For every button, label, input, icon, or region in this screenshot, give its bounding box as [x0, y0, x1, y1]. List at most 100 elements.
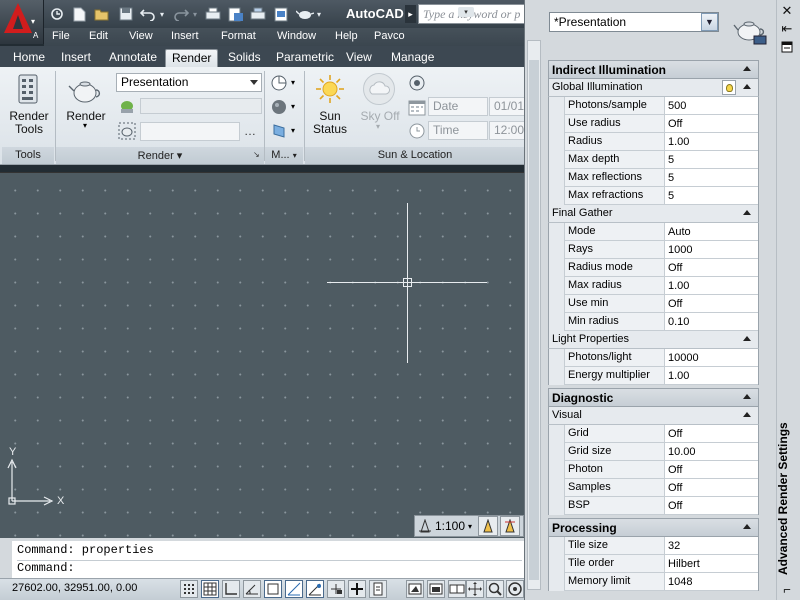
tab-view[interactable]: View — [340, 49, 378, 67]
palette-scrollbar-thumb[interactable] — [529, 60, 539, 580]
auto-hide-icon[interactable]: ⇤ — [779, 21, 795, 36]
render-teapot-large-icon[interactable] — [68, 78, 102, 104]
redo-icon[interactable] — [172, 5, 190, 23]
coordinate-display[interactable]: 27602.00, 32951.00, 0.00 — [12, 582, 137, 594]
clock-icon[interactable] — [408, 122, 426, 140]
application-menu-button[interactable]: ▾ A — [0, 0, 44, 44]
property-value[interactable]: 1.00 — [665, 367, 758, 385]
material-mapping-icon[interactable] — [270, 122, 288, 140]
property-value[interactable]: 500 — [665, 97, 758, 115]
time-field[interactable]: 12:00 — [489, 121, 525, 140]
dialog-launcher-icon[interactable]: ↘ — [253, 150, 260, 159]
property-value[interactable]: Off — [665, 295, 758, 313]
menu-file[interactable]: File — [52, 30, 70, 42]
properties-menu-icon[interactable] — [779, 40, 795, 54]
collapse-icon[interactable] — [743, 394, 751, 399]
material-sphere-icon[interactable] — [270, 98, 288, 116]
group-header[interactable]: Visual — [548, 407, 759, 425]
more-options-icon[interactable]: … — [244, 124, 256, 138]
render-region-icon[interactable] — [118, 122, 136, 140]
render-panel-title[interactable]: Render ▾ — [56, 147, 264, 164]
annotation-visibility-icon[interactable] — [478, 516, 498, 536]
property-value[interactable]: 0.10 — [665, 313, 758, 331]
redo-dropdown-icon[interactable]: ▾ — [190, 5, 200, 23]
date-field[interactable]: 01/01 — [489, 97, 525, 116]
menu-window[interactable]: Window — [277, 30, 316, 42]
quick-view-drawings-icon[interactable] — [448, 580, 466, 598]
section-header[interactable]: Indirect Illumination — [548, 60, 759, 79]
chevron-down-icon[interactable]: ▾ — [376, 122, 380, 131]
menu-format[interactable]: Format — [221, 30, 256, 42]
drawing-canvas[interactable] — [0, 172, 524, 538]
command-prompt[interactable]: Command: — [17, 561, 75, 575]
polar-tracking-icon[interactable] — [243, 580, 261, 598]
group-header[interactable]: Final Gather — [548, 205, 759, 223]
property-value[interactable]: 10.00 — [665, 443, 758, 461]
group-header[interactable]: Light Properties — [548, 331, 759, 349]
menu-insert[interactable]: Insert — [171, 30, 199, 42]
property-value[interactable]: Off — [665, 115, 758, 133]
menu-view[interactable]: View — [129, 30, 153, 42]
menu-pavco[interactable]: Pavco — [374, 30, 405, 42]
render-tools-button[interactable]: Render Tools — [6, 110, 52, 136]
property-value[interactable]: 10000 — [665, 349, 758, 367]
property-value[interactable]: Off — [665, 497, 758, 515]
property-value[interactable]: Hilbert — [665, 555, 758, 573]
group-header[interactable]: Global Illumination — [548, 79, 759, 97]
collapse-icon[interactable] — [743, 210, 751, 215]
property-value[interactable]: 5 — [665, 187, 758, 205]
render-preset-dropdown[interactable]: Presentation — [116, 73, 262, 92]
undo-dropdown-icon[interactable]: ▾ — [157, 5, 167, 23]
property-value[interactable]: Off — [665, 461, 758, 479]
search-expand-icon[interactable]: ▸ — [405, 5, 416, 23]
property-value[interactable]: 1.00 — [665, 277, 758, 295]
qnew-icon[interactable] — [48, 5, 66, 23]
dynamic-input-icon[interactable] — [327, 580, 345, 598]
sky-icon[interactable] — [363, 73, 395, 105]
calendar-icon[interactable] — [408, 98, 426, 116]
sun-status-button[interactable]: Sun Status — [308, 110, 352, 136]
tab-render[interactable]: Render — [165, 49, 219, 67]
quick-access-dropdown-icon[interactable]: ▾ — [314, 5, 324, 23]
steering-wheel-icon[interactable] — [506, 580, 524, 598]
section-header[interactable]: Diagnostic — [548, 388, 759, 407]
quick-view-layouts-icon[interactable] — [427, 580, 445, 598]
menu-help[interactable]: Help — [335, 30, 358, 42]
command-line-grip[interactable] — [0, 538, 12, 578]
auto-scale-icon[interactable] — [500, 516, 520, 536]
snap-mode-icon[interactable] — [180, 580, 198, 598]
sun-status-icon[interactable] — [315, 74, 345, 104]
quick-properties-icon[interactable] — [369, 580, 387, 598]
menu-edit[interactable]: Edit — [89, 30, 108, 42]
tab-home[interactable]: Home — [7, 49, 51, 67]
sheet-set-icon[interactable] — [272, 5, 290, 23]
close-icon[interactable]: ✕ — [779, 3, 795, 18]
model-space-icon[interactable] — [406, 580, 424, 598]
chevron-down-icon[interactable]: ▾ — [291, 126, 295, 135]
property-value[interactable]: Off — [665, 259, 758, 277]
property-value[interactable]: Off — [665, 479, 758, 497]
chevron-down-icon[interactable]: ▼ — [701, 13, 718, 31]
property-value[interactable]: Auto — [665, 223, 758, 241]
materials-panel-title[interactable]: M... ▾ — [265, 147, 303, 164]
tab-parametric[interactable]: Parametric — [270, 49, 340, 67]
property-value[interactable]: 5 — [665, 151, 758, 169]
zoom-icon[interactable] — [486, 580, 504, 598]
new-icon[interactable] — [70, 5, 88, 23]
property-value[interactable]: 5 — [665, 169, 758, 187]
property-value[interactable]: 32 — [665, 537, 758, 555]
chevron-down-icon[interactable]: ▾ — [291, 102, 295, 111]
tab-annotate[interactable]: Annotate — [103, 49, 163, 67]
render-tools-icon[interactable] — [17, 74, 39, 104]
save-icon[interactable] — [117, 5, 135, 23]
render-teapot-icon[interactable] — [732, 10, 768, 46]
pan-icon[interactable] — [466, 580, 484, 598]
tab-insert[interactable]: Insert — [55, 49, 97, 67]
property-value[interactable]: 1000 — [665, 241, 758, 259]
light-bulb-icon[interactable] — [722, 80, 736, 95]
palette-resize-icon[interactable]: ⌐ — [779, 582, 795, 597]
annotation-scale-button[interactable]: 1:100 ▾ — [418, 517, 476, 535]
lineweight-icon[interactable] — [348, 580, 366, 598]
render-button-dropdown-icon[interactable]: ▾ — [83, 121, 87, 130]
dynamic-ucs-icon[interactable] — [306, 580, 324, 598]
